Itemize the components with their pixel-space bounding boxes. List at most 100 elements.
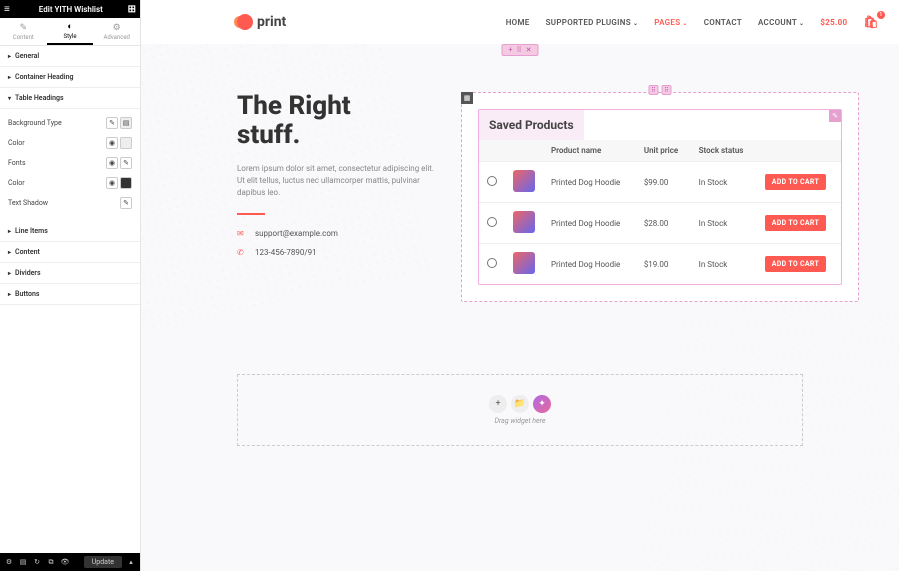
section-table-headings[interactable]: ▾Table Headings bbox=[0, 88, 140, 109]
product-name[interactable]: Printed Dog Hoodie bbox=[543, 162, 636, 203]
section-general[interactable]: ▸General bbox=[0, 46, 140, 67]
add-to-cart-button[interactable]: ADD TO CART bbox=[765, 256, 826, 272]
th-product: Product name bbox=[543, 140, 636, 162]
nav-home[interactable]: HOME bbox=[506, 18, 530, 27]
globe-icon[interactable]: ◉ bbox=[106, 177, 118, 189]
product-thumbnail[interactable] bbox=[513, 252, 535, 274]
wishlist-table: Product name Unit price Stock status Pri… bbox=[479, 140, 841, 284]
nav-pages[interactable]: PAGES⌄ bbox=[654, 18, 687, 27]
table-row: Printed Dog Hoodie$28.00In StockADD TO C… bbox=[479, 203, 841, 244]
caret-up-icon[interactable]: ▴ bbox=[126, 558, 136, 566]
product-name[interactable]: Printed Dog Hoodie bbox=[543, 203, 636, 244]
section-content[interactable]: ▸Content bbox=[0, 242, 140, 263]
column-handle-icon[interactable]: ⠿ bbox=[649, 85, 659, 95]
shadow-edit-button[interactable]: ✎ bbox=[120, 197, 132, 209]
chevron-down-icon: ⌄ bbox=[682, 20, 687, 27]
th-stock: Stock status bbox=[691, 140, 757, 162]
apps-icon[interactable]: ⊞ bbox=[128, 4, 136, 15]
menu-icon[interactable]: ≡ bbox=[4, 4, 14, 15]
row-text-shadow: Text Shadow✎ bbox=[8, 193, 132, 213]
cart-badge: 1 bbox=[877, 11, 885, 19]
bg-classic-button[interactable]: ✎ bbox=[106, 117, 118, 129]
unit-price: $99.00 bbox=[636, 162, 691, 203]
logo-text: print bbox=[257, 14, 286, 30]
nav-contact[interactable]: CONTACT bbox=[704, 18, 742, 27]
color-swatch[interactable] bbox=[120, 137, 132, 149]
dropzone-hint: Drag widget here bbox=[495, 417, 546, 425]
product-thumbnail[interactable] bbox=[513, 211, 535, 233]
bg-gradient-button[interactable]: ▤ bbox=[120, 117, 132, 129]
stock-status: In Stock bbox=[691, 244, 757, 285]
cart-icon[interactable]: 🛍1 bbox=[863, 15, 879, 29]
preview-canvas: print HOME SUPPORTED PLUGINS⌄ PAGES⌄ CON… bbox=[141, 0, 899, 571]
globe-icon[interactable]: ◉ bbox=[106, 157, 118, 169]
fonts-edit-button[interactable]: ✎ bbox=[120, 157, 132, 169]
column-edit-handle[interactable]: ⠿⠿ bbox=[649, 85, 672, 95]
add-section-icon[interactable]: + bbox=[509, 46, 513, 54]
wishlist-widget[interactable]: ⠿⠿ ▦ ✎ Saved Products Product name Unit … bbox=[461, 92, 859, 302]
row-fonts: Fonts◉✎ bbox=[8, 153, 132, 173]
editor-tabs: ✎Content ◐Style ⚙Advanced bbox=[0, 18, 140, 46]
template-library-button[interactable]: 📁 bbox=[511, 395, 529, 413]
remove-item-radio[interactable] bbox=[487, 176, 497, 186]
tab-style[interactable]: ◐Style bbox=[47, 18, 94, 45]
update-button[interactable]: Update bbox=[84, 556, 122, 568]
table-row: Printed Dog Hoodie$19.00In Stock ADD TO C… bbox=[479, 244, 841, 285]
editor-sections: ▸General ▸Container Heading ▾Table Headi… bbox=[0, 46, 140, 553]
row-background-type: Background Type✎▤ bbox=[8, 113, 132, 133]
contact-phone[interactable]: ✆123-456-7890/91 bbox=[237, 248, 437, 257]
th-remove bbox=[479, 140, 505, 162]
wishlist-title: Saved Products bbox=[479, 110, 584, 140]
pencil-icon: ✎ bbox=[20, 23, 28, 33]
contact-email[interactable]: ✉support@example.com bbox=[237, 229, 437, 238]
elementor-ai-button[interactable]: ✦ bbox=[533, 395, 551, 413]
navigator-icon[interactable]: ▤ bbox=[18, 558, 28, 566]
contrast-icon: ◐ bbox=[67, 21, 72, 32]
empty-section-dropzone[interactable]: + 📁 ✦ Drag widget here bbox=[237, 374, 803, 446]
edit-section-icon[interactable]: ⠿ bbox=[516, 46, 521, 54]
stock-status: In Stock bbox=[691, 203, 757, 244]
site-logo[interactable]: print bbox=[237, 14, 286, 30]
column-handle-icon[interactable]: ⠿ bbox=[662, 85, 672, 95]
nav-account[interactable]: ACCOUNT⌄ bbox=[758, 18, 804, 27]
wishlist-inner: ✎ Saved Products Product name Unit price… bbox=[478, 109, 842, 285]
th-thumb bbox=[505, 140, 543, 162]
caret-right-icon: ▸ bbox=[8, 74, 11, 81]
globe-icon[interactable]: ◉ bbox=[106, 137, 118, 149]
tab-advanced[interactable]: ⚙Advanced bbox=[93, 18, 140, 45]
section-buttons[interactable]: ▸Buttons bbox=[0, 284, 140, 305]
hero-divider bbox=[237, 213, 265, 215]
remove-item-radio[interactable] bbox=[487, 258, 497, 268]
remove-item-radio[interactable] bbox=[487, 217, 497, 227]
close-section-icon[interactable]: ✕ bbox=[526, 46, 532, 54]
nav-supported-plugins[interactable]: SUPPORTED PLUGINS⌄ bbox=[546, 18, 639, 27]
row-bg-color: Color◉ bbox=[8, 133, 132, 153]
site-header: print HOME SUPPORTED PLUGINS⌄ PAGES⌄ CON… bbox=[141, 0, 899, 44]
envelope-icon: ✉ bbox=[237, 229, 247, 238]
section-edit-handle[interactable]: + ⠿ ✕ bbox=[502, 44, 539, 56]
caret-down-icon: ▾ bbox=[8, 95, 11, 102]
color-swatch-dark[interactable] bbox=[120, 177, 132, 189]
gear-icon: ⚙ bbox=[113, 23, 121, 33]
product-thumbnail[interactable] bbox=[513, 170, 535, 192]
section-container-heading[interactable]: ▸Container Heading bbox=[0, 67, 140, 88]
logo-mark-icon bbox=[237, 14, 253, 30]
history-icon[interactable]: ↻ bbox=[32, 558, 42, 566]
settings-icon[interactable]: ⚙ bbox=[4, 558, 14, 566]
tab-content[interactable]: ✎Content bbox=[0, 18, 47, 45]
section-dividers[interactable]: ▸Dividers bbox=[0, 263, 140, 284]
add-to-cart-button[interactable]: ADD TO CART bbox=[765, 174, 826, 190]
cart-total[interactable]: $25.00 bbox=[820, 18, 847, 27]
unit-price: $19.00 bbox=[636, 244, 691, 285]
editor-header: ≡ Edit YITH Wishlist ⊞ bbox=[0, 0, 140, 18]
widget-tab-icon[interactable]: ▦ bbox=[461, 92, 473, 104]
edit-widget-icon[interactable]: ✎ bbox=[829, 110, 841, 122]
responsive-icon[interactable]: ⧉ bbox=[46, 558, 56, 567]
preview-icon[interactable]: 👁 bbox=[60, 558, 70, 566]
add-to-cart-button[interactable]: ADD TO CART bbox=[765, 215, 826, 231]
product-name[interactable]: Printed Dog Hoodie bbox=[543, 244, 636, 285]
section-line-items[interactable]: ▸Line Items bbox=[0, 221, 140, 242]
add-widget-button[interactable]: + bbox=[489, 395, 507, 413]
editor-footer: ⚙ ▤ ↻ ⧉ 👁 Update ▴ bbox=[0, 553, 140, 571]
hero-body: Lorem ipsum dolor sit amet, consectetur … bbox=[237, 163, 437, 199]
